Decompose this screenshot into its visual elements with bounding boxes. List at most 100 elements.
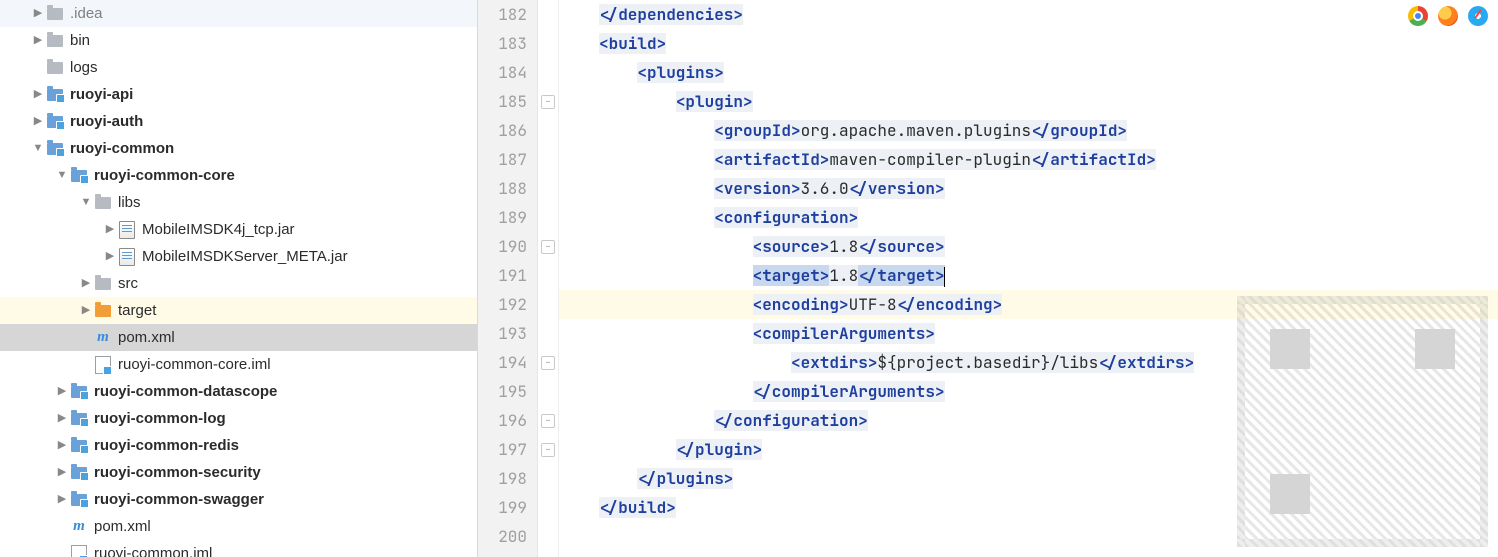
xml-text: ${project.basedir}/libs	[877, 352, 1098, 373]
line-number: 198	[478, 464, 527, 493]
code-line[interactable]: <plugin>	[559, 87, 1498, 116]
xml-tag-highlighted: </target>	[858, 265, 944, 286]
tree-item-label: MobileIMSDK4j_tcp.jar	[142, 216, 295, 243]
code-line[interactable]: </dependencies>	[559, 0, 1498, 29]
xml-tag: <extdirs>	[791, 352, 877, 373]
firefox-icon[interactable]	[1438, 6, 1458, 26]
chevron-down-icon[interactable]: ▼	[30, 135, 46, 162]
xml-tag: </build>	[599, 497, 676, 518]
chrome-icon[interactable]	[1408, 6, 1428, 26]
tree-item-label: libs	[118, 189, 141, 216]
tree-item[interactable]: ▶ruoyi-api	[0, 81, 477, 108]
line-number: 193	[478, 319, 527, 348]
tree-item[interactable]: ▶ruoyi-common-log	[0, 405, 477, 432]
project-tree[interactable]: ▶.idea▶bin▶logs▶ruoyi-api▶ruoyi-auth▼ruo…	[0, 0, 478, 557]
xml-tag: <plugin>	[676, 91, 753, 112]
code-area[interactable]: </dependencies><build> <plugins> <plugin…	[559, 0, 1498, 557]
tree-item[interactable]: ▼ruoyi-common	[0, 135, 477, 162]
code-line[interactable]: <configuration>	[559, 203, 1498, 232]
tree-item[interactable]: ▶MobileIMSDKServer_META.jar	[0, 243, 477, 270]
tree-item-label: logs	[70, 54, 98, 81]
tree-item[interactable]: ▶logs	[0, 54, 477, 81]
folder-icon	[94, 194, 112, 212]
xml-text: org.apache.maven.plugins	[801, 120, 1031, 141]
code-line[interactable]: <groupId>org.apache.maven.plugins</group…	[559, 116, 1498, 145]
code-line[interactable]: <extdirs>${project.basedir}/libs</extdir…	[559, 348, 1498, 377]
xml-tag: <plugins>	[637, 62, 723, 83]
iml-icon	[70, 545, 88, 557]
tree-item[interactable]: ▶ruoyi-common-datascope	[0, 378, 477, 405]
chevron-down-icon[interactable]: ▼	[54, 162, 70, 189]
xml-tag: <version>	[714, 178, 800, 199]
chevron-right-icon[interactable]: ▶	[54, 486, 70, 513]
chevron-right-icon[interactable]: ▶	[102, 243, 118, 270]
code-line[interactable]: <build>	[559, 29, 1498, 58]
line-number: 194	[478, 348, 527, 377]
tree-item[interactable]: ▶bin	[0, 27, 477, 54]
module-folder-icon	[70, 437, 88, 455]
chevron-right-icon[interactable]: ▶	[102, 216, 118, 243]
code-line[interactable]: </configuration>	[559, 406, 1498, 435]
code-line[interactable]: <source>1.8</source>	[559, 232, 1498, 261]
module-folder-icon	[70, 383, 88, 401]
code-line[interactable]	[559, 522, 1498, 551]
line-number: 199	[478, 493, 527, 522]
tree-item[interactable]: ▶ruoyi-common-security	[0, 459, 477, 486]
line-number: 185	[478, 87, 527, 116]
tree-item[interactable]: ▼ libs	[0, 189, 477, 216]
fold-toggle-icon[interactable]: –	[541, 414, 555, 428]
tree-item[interactable]: ▶.idea	[0, 0, 477, 27]
chevron-down-icon[interactable]: ▼	[78, 189, 94, 216]
chevron-right-icon[interactable]: ▶	[54, 459, 70, 486]
tree-item[interactable]: ▶ruoyi-common.iml	[0, 540, 477, 557]
chevron-right-icon[interactable]: ▶	[54, 432, 70, 459]
code-line[interactable]: </plugins>	[559, 464, 1498, 493]
code-line[interactable]: <version>3.6.0</version>	[559, 174, 1498, 203]
line-number: 184	[478, 58, 527, 87]
xml-tag: </version>	[849, 178, 945, 199]
tree-item[interactable]: ▶src	[0, 270, 477, 297]
chevron-right-icon[interactable]: ▶	[30, 108, 46, 135]
fold-column[interactable]: – – – – –	[538, 0, 559, 557]
tree-item[interactable]: ▶ruoyi-common-swagger	[0, 486, 477, 513]
tree-item[interactable]: ▶mpom.xml	[0, 324, 477, 351]
ide-window: ▶.idea▶bin▶logs▶ruoyi-api▶ruoyi-auth▼ruo…	[0, 0, 1498, 557]
tree-item[interactable]: ▶mpom.xml	[0, 513, 477, 540]
code-line[interactable]: </plugin>	[559, 435, 1498, 464]
code-line[interactable]: </compilerArguments>	[559, 377, 1498, 406]
chevron-right-icon[interactable]: ▶	[30, 81, 46, 108]
xml-tag: <groupId>	[714, 120, 800, 141]
code-line[interactable]: <compilerArguments>	[559, 319, 1498, 348]
tree-item[interactable]: ▶ruoyi-common-redis	[0, 432, 477, 459]
xml-text: 3.6.0	[801, 178, 849, 199]
fold-toggle-icon[interactable]: –	[541, 443, 555, 457]
tree-item[interactable]: ▶ MobileIMSDK4j_tcp.jar	[0, 216, 477, 243]
tree-item[interactable]: ▶target	[0, 297, 477, 324]
code-line[interactable]: </build>	[559, 493, 1498, 522]
code-line[interactable]: <plugins>	[559, 58, 1498, 87]
chevron-right-icon[interactable]: ▶	[30, 27, 46, 54]
tree-item[interactable]: ▶ruoyi-auth	[0, 108, 477, 135]
safari-icon[interactable]	[1468, 6, 1488, 26]
tree-item-label: ruoyi-common-core.iml	[118, 351, 271, 378]
code-line[interactable]: <artifactId>maven-compiler-plugin</artif…	[559, 145, 1498, 174]
xml-tag: </extdirs>	[1098, 352, 1194, 373]
chevron-right-icon[interactable]: ▶	[30, 0, 46, 27]
fold-toggle-icon[interactable]: –	[541, 240, 555, 254]
line-number: 196	[478, 406, 527, 435]
tree-item[interactable]: ▶ruoyi-common-core.iml	[0, 351, 477, 378]
code-line[interactable]: <encoding>UTF-8</encoding>	[559, 290, 1498, 319]
code-line[interactable]: <target>1.8</target>	[559, 261, 1498, 290]
line-gutter: 1821831841851861871881891901911921931941…	[478, 0, 538, 557]
fold-toggle-icon[interactable]: –	[541, 95, 555, 109]
tree-item[interactable]: ▼ruoyi-common-core	[0, 162, 477, 189]
chevron-right-icon[interactable]: ▶	[54, 405, 70, 432]
chevron-right-icon[interactable]: ▶	[78, 270, 94, 297]
chevron-right-icon[interactable]: ▶	[54, 378, 70, 405]
line-number: 190	[478, 232, 527, 261]
code-editor[interactable]: 1821831841851861871881891901911921931941…	[478, 0, 1498, 557]
jar-icon	[118, 248, 136, 266]
fold-toggle-icon[interactable]: –	[541, 356, 555, 370]
xml-tag: </groupId>	[1031, 120, 1127, 141]
chevron-right-icon[interactable]: ▶	[78, 297, 94, 324]
